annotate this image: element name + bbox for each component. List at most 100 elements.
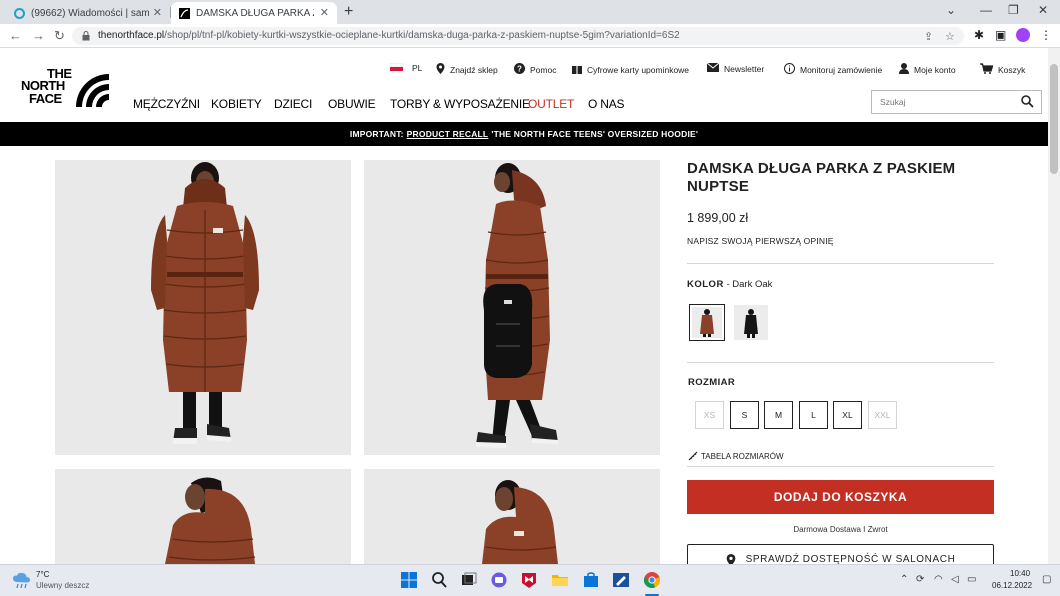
battery-icon[interactable]: ▭ (967, 574, 976, 585)
bookmark-star-icon[interactable]: ☆ (945, 30, 955, 43)
utility-cart[interactable]: Koszyk (980, 63, 1025, 76)
browser-menu-icon[interactable]: ⋮ (1040, 28, 1052, 42)
sync-icon[interactable]: ⟳ (916, 574, 924, 585)
stylus-app-icon[interactable] (612, 571, 630, 589)
nav-shoes[interactable]: OBUWIE (328, 97, 376, 111)
mail-icon (706, 62, 720, 74)
nav-about[interactable]: O NAS (588, 97, 625, 111)
size-xxl-button[interactable]: XXL (868, 401, 897, 429)
cart-icon (980, 63, 994, 76)
nav-men[interactable]: MĘŻCZYŹNI (133, 97, 200, 111)
windows-start-icon[interactable] (400, 571, 418, 589)
add-to-cart-button[interactable]: DODAJ DO KOSZYKA (687, 480, 994, 514)
microsoft-store-icon[interactable] (582, 571, 600, 589)
reload-icon[interactable]: ↻ (54, 28, 65, 44)
tray-expand-icon[interactable]: ⌃ (900, 574, 908, 585)
utility-newsletter[interactable]: Newsletter (706, 62, 764, 74)
svg-text:?: ? (517, 65, 522, 74)
notifications-icon[interactable]: ▢ (1042, 574, 1051, 585)
product-image-front[interactable] (55, 160, 351, 455)
share-icon[interactable]: ⇪ (924, 30, 933, 43)
tab-title: (99662) Wiadomości | sameQuizy (31, 7, 149, 19)
extensions-icon[interactable]: ✱ (974, 28, 984, 42)
utility-find-store[interactable]: Znajdź sklep (436, 63, 498, 76)
search-icon[interactable] (430, 571, 448, 589)
profile-avatar[interactable] (1016, 28, 1030, 42)
clock-date[interactable]: 06.12.2022 (992, 581, 1032, 590)
utility-help[interactable]: ? Pomoc (514, 63, 556, 76)
address-bar[interactable]: thenorthface.pl/shop/pl/tnf-pl/kobiety-k… (72, 27, 964, 45)
product-image-hood-side[interactable] (364, 469, 660, 564)
chat-icon[interactable] (490, 571, 508, 589)
browser-toolbar: ← → ↻ thenorthface.pl/shop/pl/tnf-pl/kob… (0, 24, 1060, 48)
utility-language[interactable]: PL (389, 62, 422, 73)
search-icon[interactable] (1021, 95, 1034, 108)
divider (687, 263, 994, 264)
color-swatch-dark-oak[interactable] (689, 304, 725, 341)
page-scrollbar[interactable] (1048, 48, 1060, 564)
woman-parka-front-image (151, 162, 259, 444)
tab-samequizy[interactable]: (99662) Wiadomości | sameQuizy ✕ (6, 2, 170, 24)
wifi-icon[interactable]: ◠ (934, 574, 943, 585)
product-title: DAMSKA DŁUGA PARKA Z PASKIEM NUPTSE (687, 160, 956, 195)
write-review-link[interactable]: NAPISZ SWOJĄ PIERWSZĄ OPINIĘ (687, 236, 834, 246)
poland-flag-icon (389, 62, 404, 73)
samequizy-favicon-icon (14, 7, 25, 19)
close-window-icon[interactable]: ✕ (1038, 3, 1048, 17)
new-tab-button[interactable]: + (344, 3, 353, 21)
user-icon (899, 63, 909, 76)
close-tab-icon[interactable]: ✕ (153, 6, 162, 19)
size-chart-link[interactable]: TABELA ROZMIARÓW (688, 451, 784, 461)
nav-women[interactable]: KOBIETY (211, 97, 262, 111)
woman-parka-side-image (476, 163, 558, 448)
rain-cloud-icon[interactable] (12, 572, 32, 590)
color-label: KOLOR - Dark Oak (687, 279, 773, 290)
divider (687, 362, 994, 363)
product-price: 1 899,00 zł (687, 211, 749, 225)
size-m-button[interactable]: M (764, 401, 793, 429)
north-face-logo[interactable]: THE NORTH FACE (21, 67, 109, 109)
utility-track-order[interactable]: Monitoruj zamówienie (784, 63, 882, 76)
size-s-button[interactable]: S (730, 401, 759, 429)
search-input[interactable] (872, 91, 1012, 113)
minimize-icon[interactable]: — (980, 3, 992, 17)
color-swatch-black[interactable] (734, 305, 768, 340)
volume-icon[interactable]: ◁ (951, 574, 959, 585)
size-xs-button[interactable]: XS (695, 401, 724, 429)
info-icon (784, 63, 795, 76)
size-l-button[interactable]: L (799, 401, 828, 429)
side-panel-icon[interactable]: ▣ (995, 28, 1006, 42)
woman-parka-hood-image (165, 477, 256, 564)
nav-outlet[interactable]: OUTLET (528, 97, 574, 111)
product-image-side[interactable] (364, 160, 660, 455)
clock-time[interactable]: 10:40 (1010, 569, 1030, 578)
weather-description: Ulewny deszcz (36, 581, 90, 590)
utility-account[interactable]: Moje konto (899, 63, 956, 76)
close-tab-icon[interactable]: ✕ (320, 6, 329, 19)
color-value: Dark Oak (732, 279, 773, 290)
tab-search-icon[interactable]: ⌄ (946, 3, 956, 17)
product-recall-link[interactable]: PRODUCT RECALL (407, 129, 489, 139)
nav-bags-equipment[interactable]: TORBY & WYPOSAŻENIE (390, 97, 530, 111)
chrome-icon[interactable] (643, 571, 661, 589)
scrollbar-thumb[interactable] (1050, 64, 1058, 174)
nav-kids[interactable]: DZIECI (274, 97, 312, 111)
task-view-icon[interactable] (460, 571, 478, 589)
parka-black-thumbnail (744, 309, 758, 338)
tab-product[interactable]: DAMSKA DŁUGA PARKA Z PASKIE ✕ (171, 2, 337, 24)
search-box (871, 90, 1042, 114)
url-text: thenorthface.pl/shop/pl/tnf-pl/kobiety-k… (98, 30, 680, 41)
utility-gift-cards[interactable]: Cyfrowe karty upominkowe (572, 63, 689, 76)
half-dome-icon (76, 74, 109, 107)
tab-title: DAMSKA DŁUGA PARKA Z PASKIE (196, 7, 314, 19)
divider (687, 466, 994, 467)
file-explorer-icon[interactable] (551, 571, 569, 589)
mcafee-icon[interactable] (520, 571, 538, 589)
recall-banner: IMPORTANT: PRODUCT RECALL 'THE NORTH FAC… (0, 122, 1048, 146)
browser-tab-bar: (99662) Wiadomości | sameQuizy ✕ DAMSKA … (0, 0, 1060, 24)
maximize-icon[interactable]: ❐ (1008, 3, 1019, 17)
back-icon[interactable]: ← (9, 28, 22, 43)
size-xl-button[interactable]: XL (833, 401, 862, 429)
product-image-hood-back[interactable] (55, 469, 351, 564)
forward-icon[interactable]: → (32, 28, 45, 43)
